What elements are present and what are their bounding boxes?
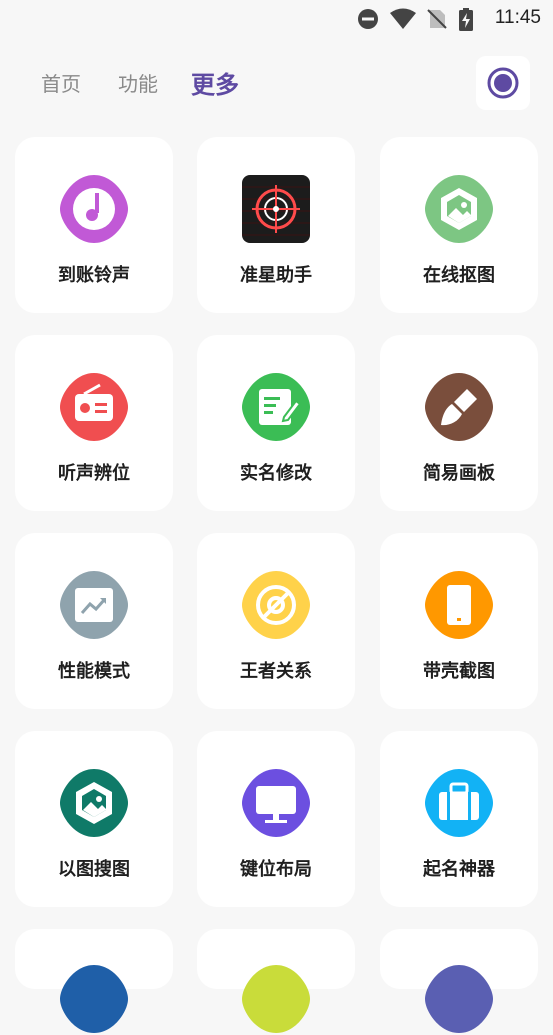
tool-card-crosshair[interactable]: 准星助手	[197, 137, 355, 313]
tool-label: 性能模式	[58, 661, 130, 682]
tool-label: 简易画板	[423, 463, 495, 484]
edit-note-icon	[242, 373, 310, 441]
tool-card-key-layout[interactable]: 键位布局	[197, 731, 355, 907]
no-sim-icon	[427, 9, 447, 29]
tool-card-image-search[interactable]: 以图搜图	[15, 731, 173, 907]
partial-icon	[425, 965, 493, 1033]
tool-card-partial[interactable]	[380, 929, 538, 1033]
tool-card-shell-screenshot[interactable]: 带壳截图	[380, 533, 538, 709]
tab-functions[interactable]: 功能	[118, 68, 158, 97]
image-search-icon	[60, 769, 128, 837]
tool-label: 起名神器	[423, 859, 495, 880]
tool-label: 以图搜图	[58, 859, 130, 880]
tool-card-partial[interactable]	[197, 929, 355, 1033]
tool-label: 准星助手	[240, 265, 312, 286]
tab-home[interactable]: 首页	[41, 68, 81, 97]
do-not-disturb-icon	[358, 9, 378, 29]
record-button[interactable]	[476, 56, 530, 110]
tool-card-naming[interactable]: 起名神器	[380, 731, 538, 907]
status-bar: 11:45	[0, 0, 553, 38]
briefcase-icon	[425, 769, 493, 837]
battery-charging-icon	[459, 8, 473, 31]
tool-card-cutout[interactable]: 在线抠图	[380, 137, 538, 313]
tool-label: 带壳截图	[423, 661, 495, 682]
tool-card-relationship[interactable]: 王者关系	[197, 533, 355, 709]
tool-label: 听声辨位	[58, 463, 130, 484]
tool-card-performance[interactable]: 性能模式	[15, 533, 173, 709]
tool-card-sound-locate[interactable]: 听声辨位	[15, 335, 173, 511]
tool-label: 键位布局	[240, 859, 312, 880]
wifi-icon	[390, 8, 416, 29]
brush-icon	[425, 373, 493, 441]
tool-card-drawing[interactable]: 简易画板	[380, 335, 538, 511]
tool-label: 到账铃声	[58, 265, 130, 286]
trending-up-icon	[60, 571, 128, 639]
tool-label: 实名修改	[240, 463, 312, 484]
tool-label: 王者关系	[240, 661, 312, 682]
crosshair-icon	[242, 175, 310, 243]
partial-icon	[60, 965, 128, 1033]
image-icon	[425, 175, 493, 243]
monitor-icon	[242, 769, 310, 837]
radio-icon	[60, 373, 128, 441]
record-icon	[487, 67, 519, 99]
phone-frame-icon	[425, 571, 493, 639]
tool-card-realname[interactable]: 实名修改	[197, 335, 355, 511]
tab-more[interactable]: 更多	[191, 65, 239, 100]
tool-card-partial[interactable]	[15, 929, 173, 1033]
partial-icon	[242, 965, 310, 1033]
tool-label: 在线抠图	[423, 265, 495, 286]
clock: 11:45	[494, 7, 541, 28]
target-icon	[242, 571, 310, 639]
music-note-icon	[60, 175, 128, 243]
tool-card-ringtone[interactable]: 到账铃声	[15, 137, 173, 313]
